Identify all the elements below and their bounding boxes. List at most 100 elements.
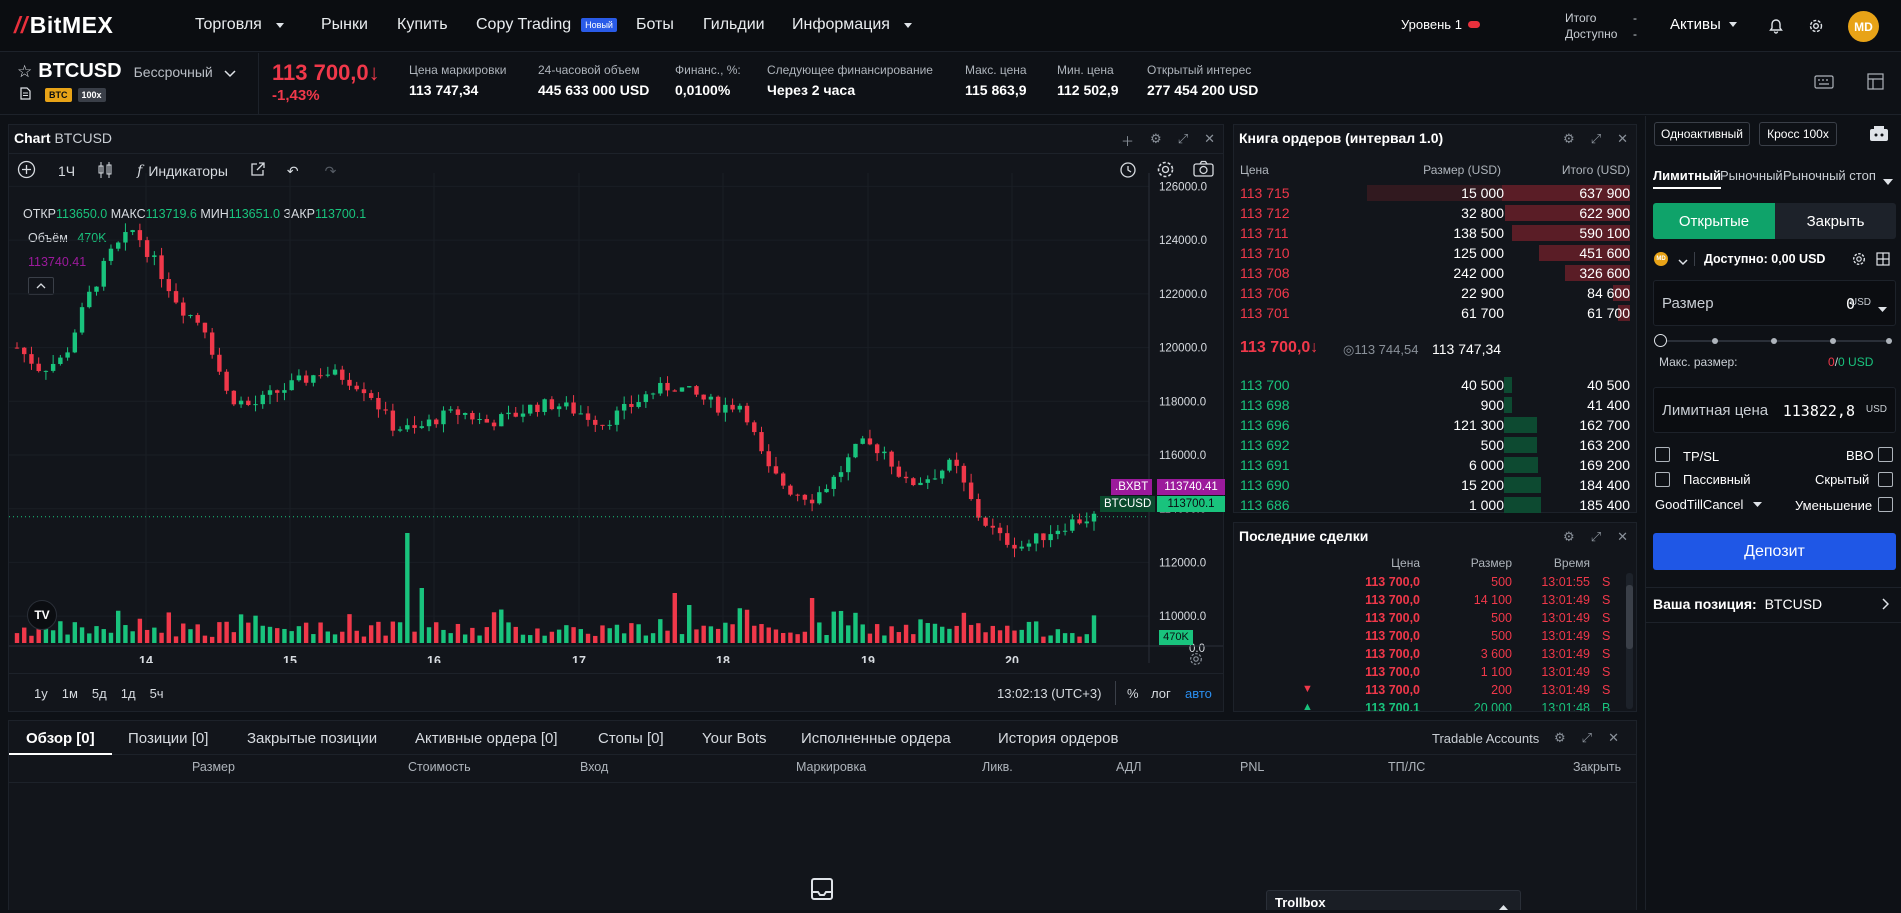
bid-row[interactable]: 113 692 500 163 200 bbox=[1234, 435, 1636, 455]
gear-icon[interactable]: ⚙ bbox=[1554, 730, 1566, 746]
open-position-button[interactable]: Открытые bbox=[1653, 203, 1775, 239]
calculator-icon[interactable] bbox=[1868, 124, 1890, 147]
tab-market[interactable]: Рыночный bbox=[1720, 168, 1783, 183]
hidden-checkbox[interactable] bbox=[1878, 472, 1893, 487]
grid-icon[interactable] bbox=[1876, 252, 1890, 269]
tab-filled-orders[interactable]: Исполненные ордера bbox=[801, 730, 951, 747]
close-icon[interactable]: ✕ bbox=[1608, 730, 1619, 746]
percent-toggle[interactable]: % bbox=[1127, 686, 1139, 701]
chart-clock[interactable]: 13:02:13 (UTC+3) bbox=[997, 686, 1101, 701]
tab-positions[interactable]: Позиции [0] bbox=[128, 730, 208, 747]
ask-row[interactable]: 113 708 242 000 326 600 bbox=[1234, 263, 1636, 283]
bid-row[interactable]: 113 698 900 41 400 bbox=[1234, 395, 1636, 415]
nav-markets[interactable]: Рынки bbox=[321, 16, 368, 34]
range-1y[interactable]: 1у bbox=[34, 686, 48, 701]
chevron-up-icon[interactable] bbox=[1499, 898, 1508, 913]
ask-row[interactable]: 113 706 22 900 84 600 bbox=[1234, 283, 1636, 303]
gear-icon[interactable]: ⚙ bbox=[1563, 131, 1575, 147]
range-5h[interactable]: 5ч bbox=[150, 686, 164, 701]
expand-icon[interactable]: ⤢ bbox=[1178, 131, 1188, 150]
nav-bots[interactable]: Боты bbox=[636, 16, 674, 34]
gear-icon[interactable]: ⚙ bbox=[1563, 529, 1575, 545]
log-toggle[interactable]: лог bbox=[1151, 686, 1171, 701]
tab-closed-positions[interactable]: Закрытые позиции bbox=[247, 730, 377, 747]
gear-icon[interactable] bbox=[1806, 16, 1826, 36]
chevron-down-icon[interactable] bbox=[1678, 254, 1688, 269]
range-5d[interactable]: 5д bbox=[92, 686, 107, 701]
chevron-down-icon[interactable] bbox=[1883, 173, 1893, 188]
auto-toggle[interactable]: авто bbox=[1185, 686, 1212, 701]
limit-price-value[interactable]: 113822,8 bbox=[1783, 402, 1855, 420]
tpsl-checkbox[interactable] bbox=[1655, 447, 1670, 462]
size-slider[interactable] bbox=[1654, 334, 1892, 347]
tradable-accounts-link[interactable]: Tradable Accounts bbox=[1432, 731, 1539, 746]
your-position-row[interactable]: Ваша позиция: BTCUSD bbox=[1653, 596, 1822, 612]
ask-row[interactable]: 113 701 61 700 61 700 bbox=[1234, 303, 1636, 323]
bid-row[interactable]: 113 690 15 200 184 400 bbox=[1234, 475, 1636, 495]
range-1d[interactable]: 1д bbox=[121, 686, 136, 701]
nav-info[interactable]: Информация bbox=[792, 16, 912, 34]
assets-menu[interactable]: Активы bbox=[1670, 16, 1737, 33]
bid-size: 40 500 bbox=[1461, 377, 1504, 393]
close-icon[interactable]: ✕ bbox=[1617, 529, 1628, 545]
bid-row[interactable]: 113 691 6 000 169 200 bbox=[1234, 455, 1636, 475]
nav-copy-trading[interactable]: Copy Trading Новый bbox=[476, 16, 617, 34]
tab-stop-market[interactable]: Рыночный стоп bbox=[1783, 168, 1876, 183]
close-position-button[interactable]: Закрыть bbox=[1775, 203, 1896, 239]
slider-handle[interactable] bbox=[1654, 334, 1667, 347]
nav-guilds[interactable]: Гильдии bbox=[703, 16, 765, 34]
bid-row[interactable]: 113 696 121 300 162 700 bbox=[1234, 415, 1636, 435]
reduce-only-checkbox[interactable] bbox=[1878, 497, 1893, 512]
deposit-button[interactable]: Депозит bbox=[1653, 533, 1896, 570]
ask-row[interactable]: 113 711 138 500 590 100 bbox=[1234, 223, 1636, 243]
tab-your-bots[interactable]: Your Bots bbox=[702, 730, 767, 747]
close-icon[interactable]: ✕ bbox=[1617, 131, 1628, 147]
nav-buy[interactable]: Купить bbox=[397, 16, 448, 34]
candle-body bbox=[65, 352, 70, 358]
bbo-checkbox[interactable] bbox=[1878, 447, 1893, 462]
tab-overview[interactable]: Обзор [0] bbox=[26, 730, 95, 747]
size-input[interactable]: Размер 0 USD bbox=[1653, 280, 1896, 326]
star-icon[interactable]: ☆ bbox=[17, 62, 32, 82]
leverage-button[interactable]: Кросс 100x bbox=[1759, 122, 1837, 146]
gear-icon[interactable] bbox=[1852, 252, 1866, 269]
avatar[interactable]: MD bbox=[1848, 11, 1879, 42]
account-avatar[interactable]: MD bbox=[1654, 252, 1668, 266]
tab-order-history[interactable]: История ордеров bbox=[998, 730, 1118, 747]
layout-icon[interactable] bbox=[1867, 73, 1884, 93]
trollbox-bar[interactable]: Trollbox bbox=[1266, 890, 1521, 910]
ask-row[interactable]: 113 715 15 000 637 900 bbox=[1234, 183, 1636, 203]
plus-icon[interactable]: ＋ bbox=[1121, 131, 1134, 150]
passive-checkbox[interactable] bbox=[1655, 472, 1670, 487]
tab-active-orders[interactable]: Активные ордера [0] bbox=[415, 730, 558, 747]
tab-limit[interactable]: Лимитный bbox=[1653, 168, 1722, 189]
expand-icon[interactable]: ⤢ bbox=[1591, 529, 1601, 545]
user-level[interactable]: Уровень 1 bbox=[1401, 17, 1480, 32]
document-icon[interactable] bbox=[20, 87, 31, 103]
close-icon[interactable]: ✕ bbox=[1204, 131, 1215, 150]
chevron-down-icon[interactable] bbox=[1878, 300, 1887, 315]
keyboard-icon[interactable] bbox=[1814, 75, 1834, 92]
bell-icon[interactable] bbox=[1766, 16, 1786, 36]
range-1m[interactable]: 1м bbox=[62, 686, 78, 701]
chevron-right-icon[interactable] bbox=[1882, 598, 1890, 613]
expand-icon[interactable]: ⤢ bbox=[1591, 131, 1601, 147]
ask-row[interactable]: 113 710 125 000 451 600 bbox=[1234, 243, 1636, 263]
tab-stops[interactable]: Стопы [0] bbox=[598, 730, 664, 747]
time-in-force-select[interactable]: GoodTillCancel bbox=[1655, 497, 1763, 512]
nav-trading[interactable]: Торговля bbox=[195, 16, 284, 34]
ask-row[interactable]: 113 712 32 800 622 900 bbox=[1234, 203, 1636, 223]
tradingview-logo-icon[interactable]: TV bbox=[27, 600, 57, 630]
bid-row[interactable]: 113 700 40 500 40 500 bbox=[1234, 375, 1636, 395]
gear-icon[interactable]: ⚙ bbox=[1150, 131, 1162, 150]
bid-row[interactable]: 113 686 1 000 185 400 bbox=[1234, 495, 1636, 515]
trades-scrollbar[interactable] bbox=[1626, 573, 1633, 709]
chevron-down-icon[interactable] bbox=[224, 66, 236, 81]
margin-mode-button[interactable]: Одноактивный bbox=[1654, 122, 1750, 146]
price-chart[interactable]: 126000.0 124000.0 122000.0 120000.0 118000.0… bbox=[9, 173, 1223, 663]
expand-icon[interactable]: ⤢ bbox=[1582, 730, 1592, 746]
symbol-selector[interactable]: ☆ BTCUSD Бессрочный bbox=[17, 60, 236, 83]
limit-price-input[interactable]: Лимитная цена 113822,8 USD bbox=[1653, 387, 1896, 433]
bitmex-logo[interactable]: // BitMEX bbox=[14, 12, 113, 39]
gear-icon[interactable] bbox=[1189, 652, 1203, 669]
